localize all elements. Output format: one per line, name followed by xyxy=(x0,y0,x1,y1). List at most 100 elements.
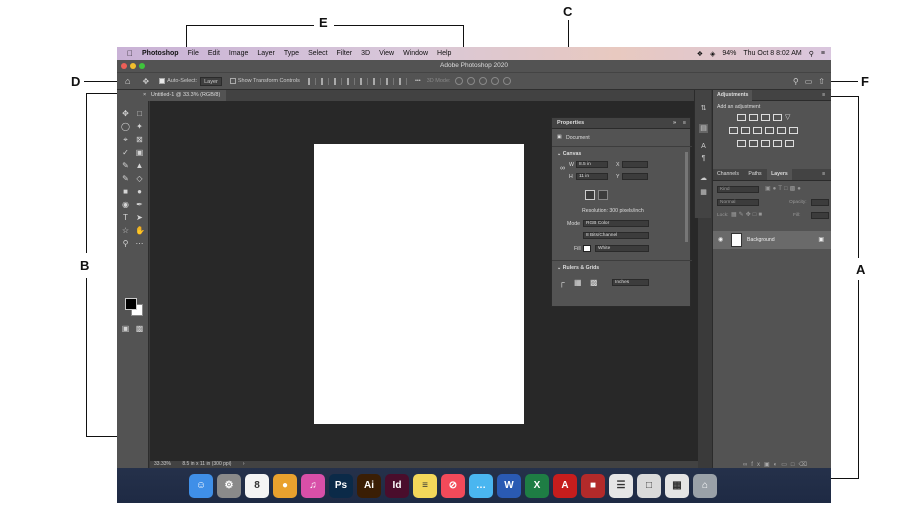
invert-icon[interactable] xyxy=(737,140,746,147)
battery-percent[interactable]: 94% xyxy=(722,50,736,57)
curves-icon[interactable] xyxy=(761,114,770,121)
adjustments-menu-icon[interactable]: ≡ xyxy=(818,90,829,101)
screen-mode-icon[interactable]: ▩ xyxy=(135,324,144,333)
swatches-panel-icon[interactable]: ▦ xyxy=(699,188,708,197)
landscape-orientation-icon[interactable] xyxy=(598,190,608,200)
character-panel-icon[interactable]: A xyxy=(699,142,708,151)
dock-app-finder-icon[interactable]: ☺ xyxy=(189,474,213,498)
gradient-tool-icon[interactable]: ■ xyxy=(121,187,130,196)
lasso-tool-icon[interactable]: ◯ xyxy=(121,122,130,131)
document-tab[interactable]: × Untitled-1 @ 33.3% (RGB/8) xyxy=(137,90,227,101)
align-middle-icon[interactable] xyxy=(359,77,368,85)
align-top-icon[interactable] xyxy=(346,77,355,85)
menu-view[interactable]: View xyxy=(379,50,394,57)
dock-app-excel-icon[interactable]: X xyxy=(525,474,549,498)
opacity-field[interactable] xyxy=(811,199,829,206)
marquee-tool-icon[interactable]: □ xyxy=(135,109,144,118)
history-brush-tool-icon[interactable]: ✎ xyxy=(121,174,130,183)
history-panel-icon[interactable]: ⇅ xyxy=(699,104,708,113)
panel-menu-icon[interactable]: ≡ xyxy=(683,118,686,129)
dock-app-spreadsheet-icon[interactable]: ▦ xyxy=(665,474,689,498)
libraries-panel-icon[interactable]: ☁ xyxy=(699,174,708,183)
vibrance-icon[interactable]: ▽ xyxy=(785,114,794,121)
color-lookup-icon[interactable] xyxy=(789,127,798,134)
fill-color-swatch[interactable] xyxy=(583,245,591,252)
dock-app-system-preferences-icon[interactable]: ⚙ xyxy=(217,474,241,498)
close-tab-icon[interactable]: × xyxy=(143,92,149,98)
show-transform-checkbox[interactable]: Show Transform Controls xyxy=(229,78,300,84)
close-window-icon[interactable] xyxy=(121,63,127,69)
filter-kind-dropdown[interactable]: Kind xyxy=(717,186,759,193)
spotlight-icon[interactable]: ⚲ xyxy=(809,50,814,58)
search-icon[interactable]: ⚲ xyxy=(793,77,799,86)
menu-layer[interactable]: Layer xyxy=(257,50,275,57)
rulers-grids-section-header[interactable]: ⌄ Rulers & Grids xyxy=(552,265,599,271)
dock-app-calendar-icon[interactable]: 8 xyxy=(245,474,269,498)
collapse-panel-icon[interactable]: » xyxy=(673,118,676,129)
dock-app-illustrator-icon[interactable]: Ai xyxy=(357,474,381,498)
canvas-section-header[interactable]: ⌄ Canvas xyxy=(552,151,581,157)
exposure-icon[interactable] xyxy=(773,114,782,121)
workspace-icon[interactable]: ▭ xyxy=(805,77,813,86)
pen-tool-icon[interactable]: ✒ xyxy=(135,200,144,209)
status-menu-icon[interactable]: › xyxy=(243,461,245,467)
zoom-window-icon[interactable] xyxy=(139,63,145,69)
link-dimensions-icon[interactable]: ∞ xyxy=(560,165,565,172)
control-center-icon[interactable]: ≡ xyxy=(821,50,825,57)
menu-help[interactable]: Help xyxy=(437,50,451,57)
photo-filter-icon[interactable] xyxy=(765,127,774,134)
y-field[interactable] xyxy=(622,173,648,180)
layer-filter-icons[interactable]: ▣●T□▩● xyxy=(765,185,803,192)
crop-tool-icon[interactable]: ⌖ xyxy=(121,135,130,144)
menu-select[interactable]: Select xyxy=(308,50,327,57)
dock-app-indesign-icon[interactable]: Id xyxy=(385,474,409,498)
eyedropper-tool-icon[interactable]: ✓ xyxy=(121,148,130,157)
panel-scrollbar[interactable] xyxy=(685,152,688,242)
hue-saturation-icon[interactable] xyxy=(729,127,738,134)
zoom-level[interactable]: 33.33% xyxy=(154,461,171,467)
levels-icon[interactable] xyxy=(749,114,758,121)
lock-icon[interactable]: ▣ xyxy=(818,236,824,243)
height-field[interactable]: 11 in xyxy=(576,173,608,180)
width-field[interactable]: 8.5 in xyxy=(576,161,608,168)
bit-depth-dropdown[interactable]: 8 Bits/Channel xyxy=(583,232,649,239)
blur-tool-icon[interactable]: ● xyxy=(135,187,144,196)
visibility-eye-icon[interactable]: ◉ xyxy=(718,236,723,243)
guides-icon[interactable]: ▩ xyxy=(590,278,598,287)
dock-app-word-icon[interactable]: W xyxy=(497,474,521,498)
auto-select-checkbox[interactable]: Auto-Select: xyxy=(159,78,197,84)
blend-mode-dropdown[interactable]: Normal xyxy=(717,199,759,206)
posterize-icon[interactable] xyxy=(749,140,758,147)
menu-type[interactable]: Type xyxy=(284,50,299,57)
wifi-icon[interactable]: ◈ xyxy=(710,50,715,58)
document-canvas[interactable] xyxy=(314,144,524,424)
menu-file[interactable]: File xyxy=(188,50,199,57)
stamp-tool-icon[interactable]: ▲ xyxy=(135,161,144,170)
magic-wand-tool-icon[interactable]: ✦ xyxy=(135,122,144,131)
dropbox-icon[interactable]: ❖ xyxy=(697,50,703,58)
zoom-tool-icon[interactable]: ⚲ xyxy=(121,239,130,248)
dock-app-pdf-icon[interactable]: ■ xyxy=(581,474,605,498)
dock-app-news-icon[interactable]: ⊘ xyxy=(441,474,465,498)
units-dropdown[interactable]: Inches xyxy=(612,279,649,286)
color-balance-icon[interactable] xyxy=(741,127,750,134)
dock-app-photoshop-icon[interactable]: Ps xyxy=(329,474,353,498)
brush-tool-icon[interactable]: ✎ xyxy=(121,161,130,170)
dodge-tool-icon[interactable]: ◉ xyxy=(121,200,130,209)
tab-channels[interactable]: Channels xyxy=(713,169,743,180)
properties-panel-icon[interactable]: ▤ xyxy=(699,124,708,133)
dock-app-messages-icon[interactable]: … xyxy=(469,474,493,498)
ruler-icon[interactable]: ┌ xyxy=(559,278,565,287)
threshold-icon[interactable] xyxy=(761,140,770,147)
menu-window[interactable]: Window xyxy=(403,50,428,57)
path-selection-tool-icon[interactable]: ➤ xyxy=(135,213,144,222)
auto-select-target-dropdown[interactable]: Layer xyxy=(200,76,222,86)
type-tool-icon[interactable]: T xyxy=(121,213,130,222)
layer-row[interactable]: ◉ Background ▣ xyxy=(713,231,831,249)
healing-tool-icon[interactable]: ▣ xyxy=(135,148,144,157)
x-field[interactable] xyxy=(622,161,648,168)
lock-icons[interactable]: ▦✎✥□■ xyxy=(731,211,764,218)
fill-dropdown[interactable]: White xyxy=(595,245,649,252)
shape-tool-icon[interactable]: ☆ xyxy=(121,226,130,235)
hand-tool-icon[interactable]: ✋ xyxy=(135,226,145,235)
